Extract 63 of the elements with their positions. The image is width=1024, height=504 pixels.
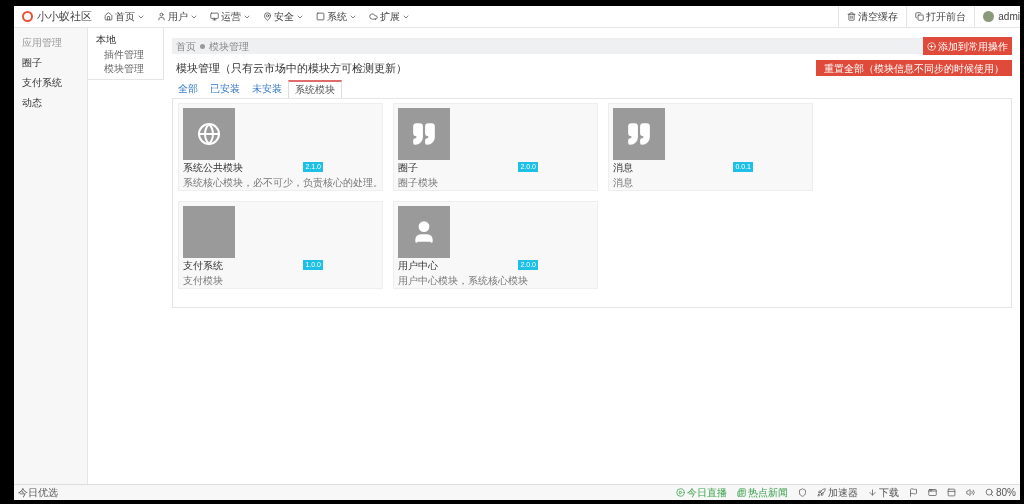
sidebar-item[interactable]: 圈子: [14, 52, 87, 72]
rocket-icon: [817, 488, 826, 497]
nav-menu[interactable]: 运营: [210, 9, 251, 24]
square-icon: [316, 12, 325, 21]
status-text: 今日优选: [17, 486, 58, 500]
newspaper-icon: [737, 488, 746, 497]
module-description: 系统核心模块，必不可少，负责核心的处理。: [183, 175, 378, 190]
module-description: 圈子模块: [398, 175, 439, 190]
brand-name: 小小蚁社区: [37, 9, 92, 25]
tab[interactable]: 未安装: [246, 79, 288, 98]
copy-icon: [915, 12, 925, 21]
sidebar-header: 应用管理: [21, 35, 63, 50]
status-button[interactable]: 加速器: [817, 485, 858, 500]
search-icon: [985, 488, 994, 497]
nav-menu[interactable]: 安全: [263, 9, 304, 24]
reset-all-button[interactable]: 重置全部（模块信息不同步的时候使用）: [816, 60, 1012, 77]
plus-icon: [927, 41, 936, 51]
user-icon: [157, 12, 166, 21]
tab[interactable]: 全部: [172, 79, 204, 98]
module-image: [183, 205, 235, 258]
subnav-item[interactable]: 插件管理: [88, 47, 163, 61]
top-action-button[interactable]: 打开前台: [906, 6, 975, 27]
subnav-item[interactable]: 模块管理: [88, 61, 163, 75]
download-icon: [868, 488, 877, 497]
module-name: 用户中心: [398, 258, 438, 273]
home-icon: [104, 12, 113, 21]
module-name: 支付系统: [183, 258, 223, 273]
nav-menu[interactable]: 扩展: [369, 9, 410, 24]
avatar-icon: [983, 11, 995, 22]
module-description: 消息: [613, 175, 634, 190]
module-description: 支付模块: [183, 273, 224, 288]
status-button[interactable]: 80%: [985, 485, 1016, 500]
tab[interactable]: 系统模块: [288, 79, 342, 98]
top-action-button[interactable]: 清空缓存: [838, 6, 907, 27]
monitor-icon: [210, 12, 219, 21]
sidebar-item[interactable]: 支付系统: [14, 72, 87, 92]
add-shortcut-button[interactable]: 添加到常用操作: [923, 37, 1012, 55]
shield-icon[interactable]: [798, 488, 807, 497]
logo-icon: [22, 11, 33, 22]
status-button[interactable]: 下载: [868, 485, 899, 500]
nav-menu[interactable]: 用户: [157, 9, 198, 24]
browser-icon[interactable]: [928, 488, 937, 497]
user-name[interactable]: admi: [998, 9, 1020, 24]
trash-icon: [847, 12, 857, 21]
location-pin-icon: [263, 12, 272, 21]
play-icon: [676, 488, 685, 497]
flag-icon[interactable]: [909, 488, 918, 497]
module-name: 圈子: [398, 160, 418, 175]
page-title: 模块管理（只有云市场中的模块方可检测更新）: [176, 61, 407, 76]
window-icon[interactable]: [947, 488, 956, 497]
subnav-group[interactable]: 本地: [88, 32, 163, 47]
module-name: 消息: [613, 160, 633, 175]
quote-icon: [411, 120, 437, 147]
tab[interactable]: 已安装: [204, 79, 246, 98]
speaker-icon[interactable]: [966, 488, 975, 497]
module-name: 系统公共模块: [183, 160, 243, 175]
quote-icon: [626, 120, 652, 147]
sidebar-item[interactable]: 动态: [14, 92, 87, 112]
nav-menu[interactable]: 首页: [104, 9, 145, 24]
cloud-icon: [369, 12, 378, 21]
globe-icon: [197, 121, 221, 146]
module-description: 用户中心模块，系统核心模块: [398, 273, 529, 288]
nav-menu[interactable]: 系统: [316, 9, 357, 24]
